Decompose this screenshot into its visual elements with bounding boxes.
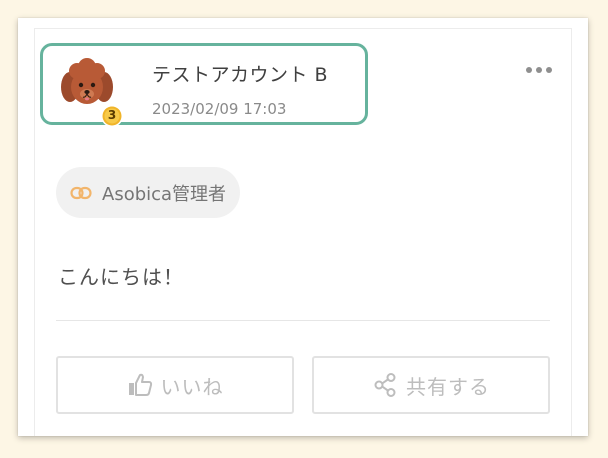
share-label: 共有する — [406, 374, 490, 399]
post-card: 3 テストアカウント B 2023/02/09 17:03 Asobica管理者… — [18, 18, 588, 436]
share-button[interactable]: 共有する — [312, 356, 550, 414]
like-button[interactable]: いいね — [56, 356, 294, 414]
like-label: いいね — [160, 374, 224, 399]
share-icon — [374, 373, 396, 397]
level-badge-icon: 3 — [100, 104, 124, 128]
thumbs-up-icon — [128, 373, 152, 396]
more-horizontal-icon[interactable] — [526, 62, 552, 78]
post-body: こんにちは！ — [58, 265, 184, 289]
level-number: 3 — [107, 108, 117, 122]
divider — [56, 320, 550, 321]
post-timestamp: 2023/02/09 17:03 — [152, 100, 287, 118]
account-name[interactable]: テストアカウント B — [152, 60, 328, 87]
tag-chip[interactable]: Asobica管理者 — [56, 167, 241, 218]
tag-label: Asobica管理者 — [102, 183, 227, 205]
link-icon — [70, 186, 92, 199]
